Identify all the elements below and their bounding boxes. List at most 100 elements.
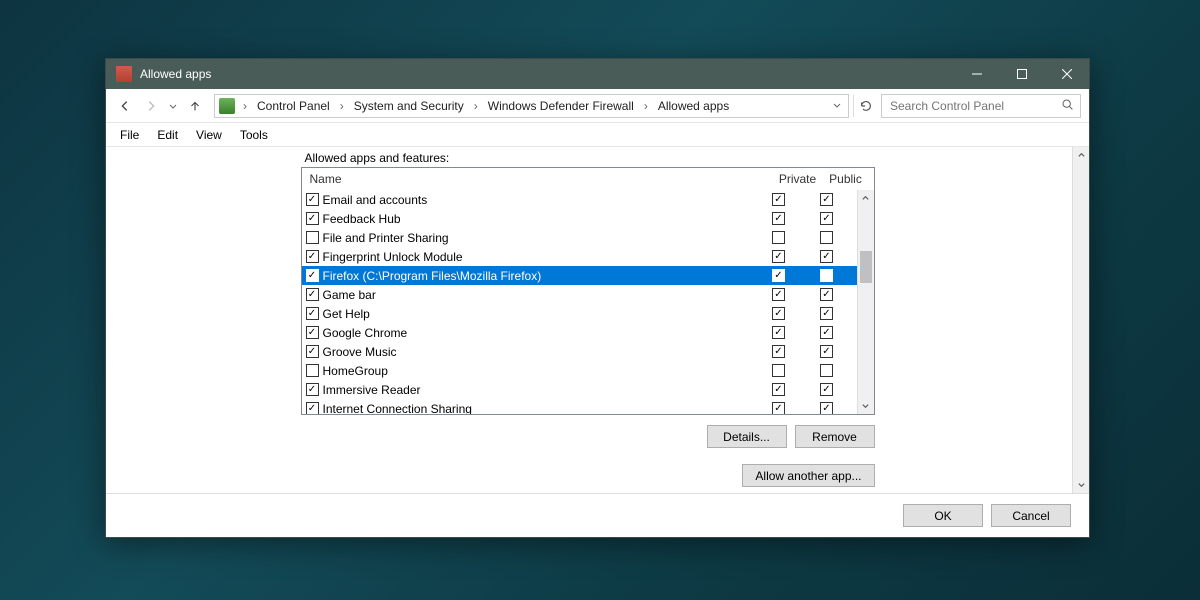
search-box[interactable]: [881, 94, 1081, 118]
search-input[interactable]: [888, 98, 1061, 114]
checkbox[interactable]: [306, 231, 319, 244]
checkbox[interactable]: [306, 212, 319, 225]
checkbox[interactable]: [772, 307, 785, 320]
column-name[interactable]: Name: [306, 172, 774, 186]
checkbox[interactable]: [306, 288, 319, 301]
public-cell: [805, 326, 853, 339]
menu-view[interactable]: View: [188, 126, 230, 144]
scroll-up-icon[interactable]: [858, 190, 874, 207]
checkbox[interactable]: [820, 345, 833, 358]
checkbox[interactable]: [772, 250, 785, 263]
app-row[interactable]: Get Help: [302, 304, 857, 323]
public-cell: [805, 269, 853, 282]
checkbox[interactable]: [772, 288, 785, 301]
page-scrollbar[interactable]: [1072, 147, 1089, 493]
private-cell: [757, 326, 805, 339]
app-row[interactable]: Game bar: [302, 285, 857, 304]
checkbox[interactable]: [820, 193, 833, 206]
app-row[interactable]: Email and accounts: [302, 190, 857, 209]
checkbox[interactable]: [820, 307, 833, 320]
app-name: Groove Music: [323, 345, 757, 359]
client-area: Allowed apps and features: Name Private …: [106, 147, 1089, 493]
ok-button[interactable]: OK: [903, 504, 983, 527]
menu-bar: File Edit View Tools: [106, 123, 1089, 147]
scroll-thumb[interactable]: [860, 251, 872, 283]
checkbox[interactable]: [772, 326, 785, 339]
scroll-up-icon[interactable]: [1073, 147, 1089, 164]
checkbox[interactable]: [772, 193, 785, 206]
menu-tools[interactable]: Tools: [232, 126, 276, 144]
breadcrumb-item[interactable]: System and Security: [352, 99, 466, 113]
app-row[interactable]: Firefox (C:\Program Files\Mozilla Firefo…: [302, 266, 857, 285]
checkbox[interactable]: [820, 364, 833, 377]
checkbox[interactable]: [772, 364, 785, 377]
checkbox[interactable]: [306, 345, 319, 358]
menu-file[interactable]: File: [112, 126, 147, 144]
allowed-apps-window: Allowed apps › Control Panel › System: [105, 58, 1090, 538]
checkbox[interactable]: [772, 383, 785, 396]
breadcrumb-item[interactable]: Control Panel: [255, 99, 332, 113]
app-row[interactable]: Fingerprint Unlock Module: [302, 247, 857, 266]
address-dropdown-icon[interactable]: [832, 99, 842, 113]
checkbox[interactable]: [772, 212, 785, 225]
checkbox[interactable]: [820, 212, 833, 225]
scroll-down-icon[interactable]: [1073, 476, 1089, 493]
checkbox[interactable]: [306, 326, 319, 339]
public-cell: [805, 402, 853, 414]
checkbox[interactable]: [820, 288, 833, 301]
app-row[interactable]: File and Printer Sharing: [302, 228, 857, 247]
nav-forward-button[interactable]: [140, 94, 162, 118]
control-panel-icon: [219, 98, 235, 114]
app-row[interactable]: Groove Music: [302, 342, 857, 361]
menu-edit[interactable]: Edit: [149, 126, 186, 144]
checkbox[interactable]: [306, 364, 319, 377]
app-row[interactable]: Internet Connection Sharing: [302, 399, 857, 414]
checkbox[interactable]: [306, 193, 319, 206]
list-scrollbar[interactable]: [857, 190, 874, 414]
maximize-button[interactable]: [999, 59, 1044, 89]
content-area: Allowed apps and features: Name Private …: [106, 147, 1089, 493]
checkbox[interactable]: [820, 250, 833, 263]
close-button[interactable]: [1044, 59, 1089, 89]
private-cell: [757, 193, 805, 206]
nav-up-button[interactable]: [184, 94, 206, 118]
nav-back-button[interactable]: [114, 94, 136, 118]
checkbox[interactable]: [306, 383, 319, 396]
checkbox[interactable]: [820, 269, 833, 282]
scroll-track[interactable]: [858, 207, 874, 397]
details-button[interactable]: Details...: [707, 425, 787, 448]
allow-another-app-button[interactable]: Allow another app...: [742, 464, 874, 487]
scroll-down-icon[interactable]: [858, 397, 874, 414]
public-cell: [805, 231, 853, 244]
checkbox[interactable]: [820, 402, 833, 414]
recent-locations-dropdown[interactable]: [166, 101, 180, 111]
cancel-button[interactable]: Cancel: [991, 504, 1071, 527]
column-public[interactable]: Public: [822, 172, 870, 186]
app-row[interactable]: Feedback Hub: [302, 209, 857, 228]
breadcrumb-item[interactable]: Windows Defender Firewall: [486, 99, 636, 113]
minimize-button[interactable]: [954, 59, 999, 89]
address-bar[interactable]: › Control Panel › System and Security › …: [214, 94, 849, 118]
column-private[interactable]: Private: [774, 172, 822, 186]
app-name: Internet Connection Sharing: [323, 402, 757, 415]
checkbox[interactable]: [820, 326, 833, 339]
checkbox[interactable]: [306, 307, 319, 320]
remove-button[interactable]: Remove: [795, 425, 875, 448]
checkbox[interactable]: [772, 402, 785, 414]
app-row[interactable]: Google Chrome: [302, 323, 857, 342]
checkbox[interactable]: [306, 402, 319, 414]
private-cell: [757, 288, 805, 301]
app-row[interactable]: HomeGroup: [302, 361, 857, 380]
app-row[interactable]: Immersive Reader: [302, 380, 857, 399]
public-cell: [805, 345, 853, 358]
checkbox[interactable]: [820, 231, 833, 244]
checkbox[interactable]: [772, 345, 785, 358]
checkbox[interactable]: [306, 269, 319, 282]
checkbox[interactable]: [772, 231, 785, 244]
checkbox[interactable]: [306, 250, 319, 263]
app-name: Fingerprint Unlock Module: [323, 250, 757, 264]
refresh-button[interactable]: [853, 95, 877, 117]
breadcrumb-item[interactable]: Allowed apps: [656, 99, 731, 113]
checkbox[interactable]: [820, 383, 833, 396]
checkbox[interactable]: [772, 269, 785, 282]
